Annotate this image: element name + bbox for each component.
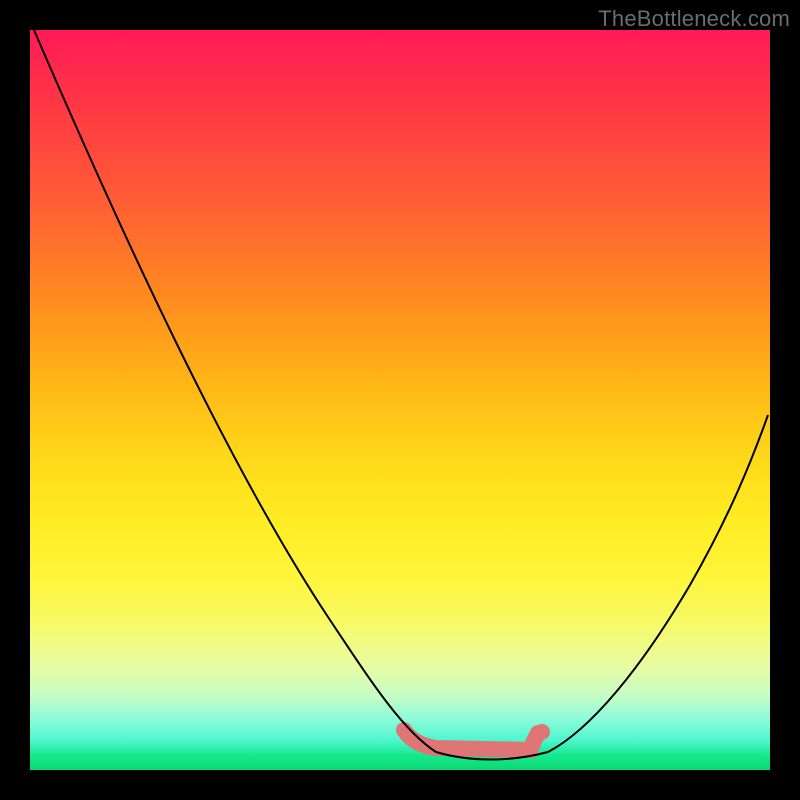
optimal-marker-dot [534,724,550,740]
chart-frame: TheBottleneck.com [0,0,800,800]
bottleneck-curve-left [34,30,436,752]
optimal-marker [404,730,538,750]
curve-layer [30,30,770,770]
watermark-text: TheBottleneck.com [598,6,790,32]
bottleneck-curve-right [548,415,768,752]
plot-area [30,30,770,770]
